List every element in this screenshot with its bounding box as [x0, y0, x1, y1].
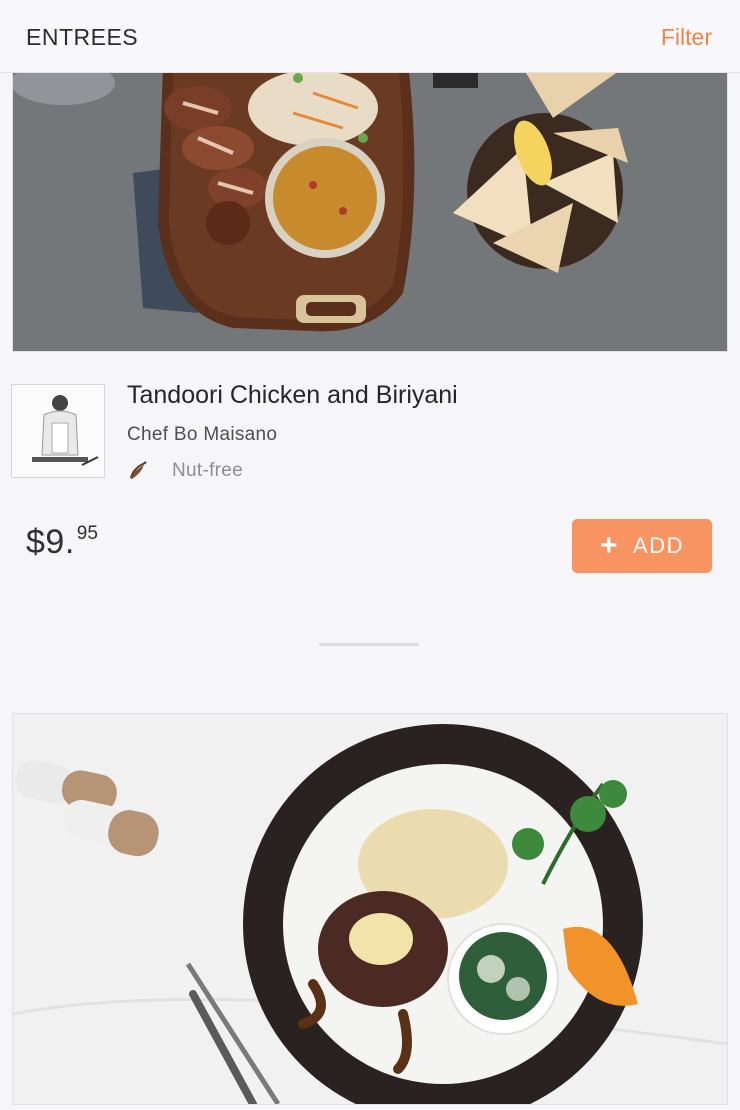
- top-bar: ENTREES Filter: [0, 0, 740, 73]
- filter-button[interactable]: Filter: [661, 24, 712, 51]
- plus-icon: +: [600, 529, 620, 562]
- page-title: ENTREES: [26, 24, 139, 50]
- meal-photo-tandoori[interactable]: [12, 72, 728, 352]
- chef-name[interactable]: Chef Bo Maisano: [127, 424, 277, 446]
- meal-title[interactable]: Tandoori Chicken and Biriyani: [127, 381, 458, 410]
- meal-photo-steak[interactable]: [12, 713, 728, 1105]
- price: $9. 95: [26, 523, 98, 562]
- chili-pepper-icon: [127, 459, 149, 481]
- diet-label: Nut-free: [172, 460, 244, 481]
- add-button-label: ADD: [633, 533, 684, 558]
- chef-avatar[interactable]: [11, 384, 105, 478]
- price-dollars: $9.: [26, 523, 75, 561]
- add-button[interactable]: + ADD: [572, 519, 712, 573]
- price-cents: 95: [76, 523, 98, 544]
- section-divider: [319, 643, 419, 646]
